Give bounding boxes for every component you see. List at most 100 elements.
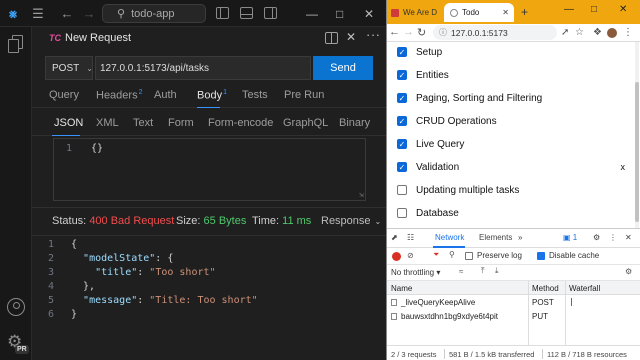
record-icon[interactable] — [392, 252, 401, 261]
divider — [32, 235, 386, 236]
profile-avatar[interactable] — [607, 28, 617, 38]
toggle-secondary-sidebar-icon[interactable] — [264, 7, 277, 19]
tab-auth[interactable]: Auth — [154, 89, 177, 101]
throttling-select[interactable]: No throttling ▾ — [391, 268, 440, 277]
filter-icon[interactable]: ⏷ — [433, 250, 439, 260]
close-window-icon[interactable]: ✕ — [364, 5, 374, 22]
search-icon[interactable]: ⚲ — [449, 250, 455, 259]
more-actions-icon[interactable]: ··· — [366, 27, 381, 42]
maximize-icon[interactable]: □ — [591, 4, 597, 15]
body-type-graphql[interactable]: GraphQL — [283, 117, 328, 129]
address-bar[interactable]: ⓘ 127.0.0.1:5173 — [433, 25, 557, 40]
table-row[interactable]: _liveQueryKeepAlive POST — [387, 296, 640, 309]
body-type-form-encode[interactable]: Form-encode — [208, 117, 273, 129]
more-tabs-icon[interactable]: » — [518, 233, 522, 242]
toggle-panel-icon[interactable] — [240, 7, 253, 19]
tab-query[interactable]: Query — [49, 89, 79, 101]
completed-checkbox[interactable]: ✓ — [397, 116, 407, 126]
send-button[interactable]: Send — [313, 56, 373, 80]
todo-item[interactable]: Updating multiple tasks — [397, 179, 627, 201]
body-type-binary[interactable]: Binary — [339, 117, 370, 129]
extensions-icon[interactable]: ❖ — [593, 27, 602, 38]
completed-checkbox[interactable]: ✓ — [397, 139, 407, 149]
toggle-sidebar-icon[interactable] — [216, 7, 229, 19]
body-type-form[interactable]: Form — [168, 117, 194, 129]
bookmark-star-icon[interactable]: ☆ — [575, 27, 584, 38]
browser-tab-active[interactable]: Todo ✕ — [444, 3, 514, 22]
page-scrollbar-thumb[interactable] — [635, 82, 639, 222]
tab-pre-run[interactable]: Pre Run — [284, 89, 324, 101]
device-toolbar-icon[interactable]: ☷ — [407, 233, 414, 242]
back-arrow-icon[interactable]: ← — [60, 5, 74, 22]
import-har-icon[interactable]: ⤒ — [481, 266, 485, 276]
close-tab-icon[interactable]: ✕ — [502, 8, 509, 17]
browser-menu-icon[interactable]: ⋮ — [623, 27, 633, 38]
body-type-text[interactable]: Text — [133, 117, 153, 129]
editor-tab[interactable]: TC New Request ✕ ··· — [32, 27, 386, 51]
tab-network[interactable]: Network — [435, 233, 464, 242]
todo-item[interactable]: ✓ Entities — [397, 64, 627, 86]
network-conditions-icon[interactable]: ≈ — [459, 267, 463, 276]
command-center-search[interactable]: ⚲ todo-app — [102, 4, 206, 23]
todo-item[interactable]: Database — [397, 202, 627, 224]
table-header: Name Method Waterfall — [387, 281, 640, 295]
response-view-select[interactable]: Response ⌄ — [321, 215, 381, 227]
delete-todo-button[interactable]: x — [621, 162, 626, 172]
minimize-icon[interactable]: — — [306, 5, 318, 22]
body-type-json[interactable]: JSON — [54, 117, 83, 129]
info-icon[interactable]: ⓘ — [439, 27, 447, 38]
tab-headers[interactable]: Headers2 — [96, 89, 142, 102]
url-input[interactable]: 127.0.0.1:5173/api/tasks — [95, 56, 311, 80]
more-options-icon[interactable]: ⋮ — [609, 233, 617, 242]
explorer-icon[interactable] — [8, 35, 24, 53]
method-select[interactable]: POST ⌄ — [45, 56, 93, 80]
column-waterfall[interactable]: Waterfall — [569, 284, 600, 293]
completed-checkbox[interactable]: ✓ — [397, 93, 407, 103]
resize-grip-icon[interactable]: ⇲ — [359, 190, 364, 199]
maximize-icon[interactable]: □ — [336, 5, 343, 22]
tab-elements[interactable]: Elements — [479, 233, 512, 242]
disable-cache-checkbox[interactable]: Disable cache — [537, 251, 599, 260]
completed-checkbox[interactable] — [397, 208, 407, 218]
menu-icon[interactable]: ☰ — [30, 5, 46, 22]
todo-item[interactable]: ✓ Paging, Sorting and Filtering — [397, 87, 627, 109]
column-method[interactable]: Method — [532, 284, 559, 293]
close-window-icon[interactable]: ✕ — [619, 4, 627, 15]
clear-icon[interactable]: ⊘ — [407, 251, 414, 260]
export-har-icon[interactable]: ⤓ — [495, 266, 499, 276]
browser-tab[interactable]: We Are D — [391, 3, 441, 22]
completed-checkbox[interactable] — [397, 185, 407, 195]
forward-arrow-icon[interactable]: → — [403, 26, 414, 38]
network-settings-gear-icon[interactable]: ⚙ — [625, 267, 632, 276]
completed-checkbox[interactable]: ✓ — [397, 70, 407, 80]
column-name[interactable]: Name — [391, 284, 412, 293]
preserve-log-checkbox[interactable]: Preserve log — [465, 251, 522, 260]
minimize-icon[interactable]: — — [564, 4, 574, 15]
close-tab-icon[interactable]: ✕ — [346, 30, 356, 44]
inspect-element-icon[interactable]: ⬈ — [391, 233, 398, 242]
todo-item[interactable]: ✓ Validation x — [397, 156, 627, 178]
issues-badge[interactable]: ▣ 1 — [563, 233, 577, 242]
todo-item[interactable]: ✓ Live Query — [397, 133, 627, 155]
json-body-editor[interactable]: 1 {} ⇲ — [53, 138, 366, 201]
table-row[interactable]: bauwsxtdhn1bg9xdye6t4pit PUT — [387, 310, 640, 323]
back-arrow-icon[interactable]: ← — [389, 26, 400, 38]
checkbox[interactable] — [465, 251, 473, 260]
close-devtools-icon[interactable]: ✕ — [625, 233, 632, 242]
tab-tests[interactable]: Tests — [242, 89, 268, 101]
completed-checkbox[interactable]: ✓ — [397, 47, 407, 57]
todo-item[interactable]: ✓ CRUD Operations — [397, 110, 627, 132]
forward-arrow-icon[interactable]: → — [82, 5, 96, 22]
new-tab-icon[interactable]: + — [521, 5, 528, 19]
tab-body[interactable]: Body1 — [197, 89, 227, 102]
settings-gear-icon[interactable]: ⚙ — [593, 233, 600, 242]
split-editor-icon[interactable] — [325, 32, 338, 44]
reload-icon[interactable]: ↻ — [417, 26, 426, 39]
checkbox[interactable] — [537, 251, 545, 260]
account-icon[interactable] — [7, 298, 25, 316]
todo-item[interactable]: ✓ Setup — [397, 42, 627, 63]
share-icon[interactable]: ➚ — [561, 27, 569, 38]
body-type-xml[interactable]: XML — [96, 117, 119, 129]
response-line: 2 "modelState": { — [48, 253, 174, 264]
completed-checkbox[interactable]: ✓ — [397, 162, 407, 172]
